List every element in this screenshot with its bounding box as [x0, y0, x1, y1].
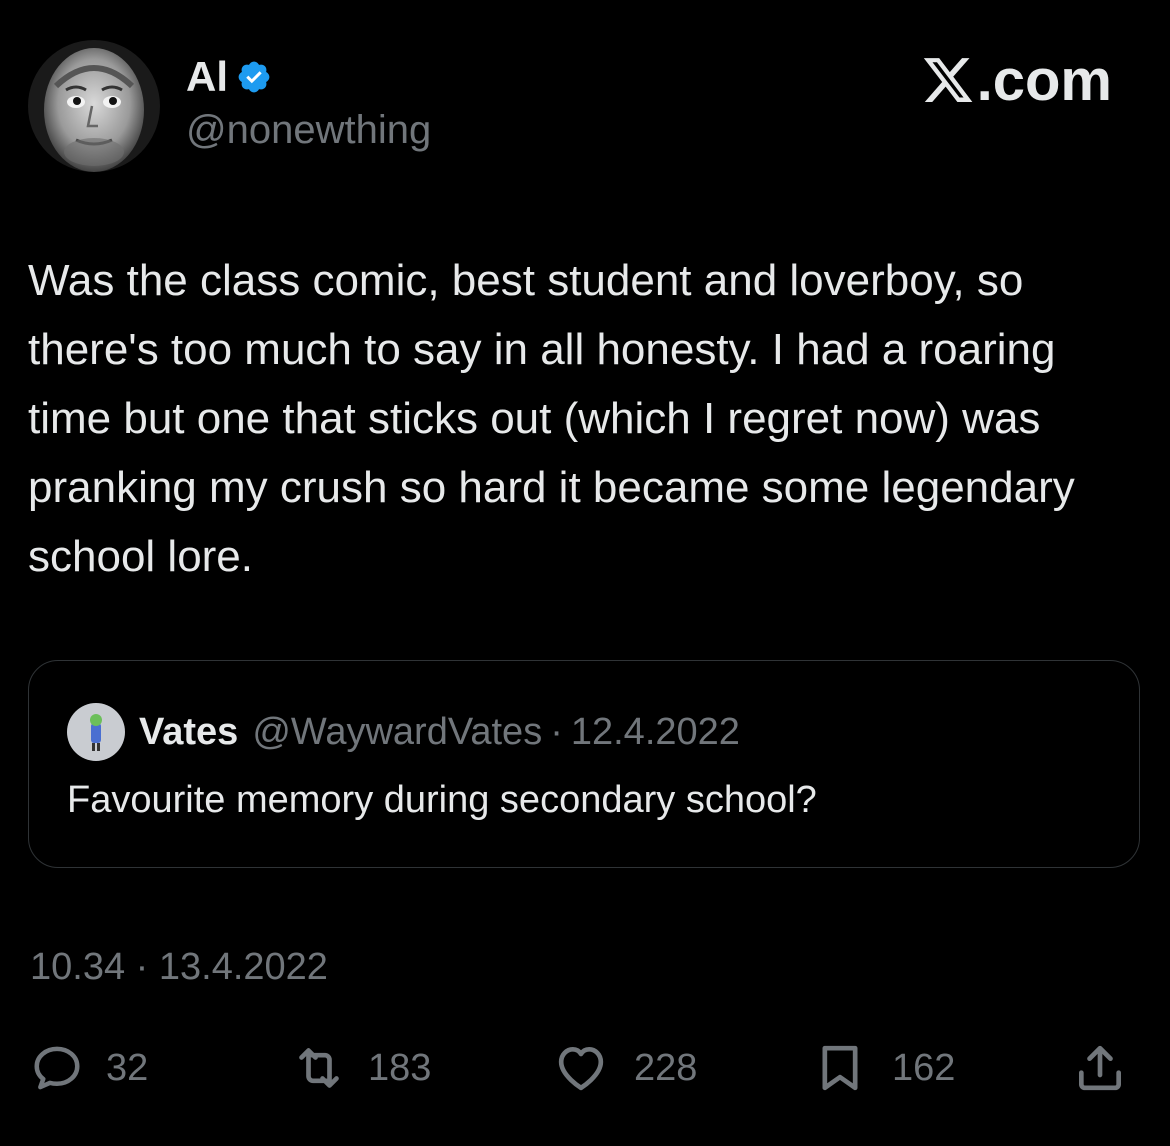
bookmark-icon: [822, 1045, 858, 1091]
bookmark-count: 162: [892, 1046, 956, 1089]
quoted-tweet-date: 12.4.2022: [570, 710, 740, 753]
reply-count: 32: [106, 1046, 149, 1089]
repost-icon: [299, 1048, 339, 1088]
author-display-name[interactable]: Al: [186, 52, 228, 102]
quoted-author-handle: @WaywardVates: [252, 710, 543, 753]
like-button[interactable]: 228: [550, 1040, 697, 1096]
reply-icon: [34, 1046, 80, 1090]
tweet-timestamp[interactable]: 10.34 · 13.4.2022: [30, 946, 328, 989]
share-icon: [1079, 1045, 1121, 1091]
quoted-tweet-header: Vates @WaywardVates · 12.4.2022: [67, 703, 740, 761]
action-bar: 32 183 228 162: [0, 1040, 1170, 1096]
quoted-author-avatar: [67, 703, 125, 761]
quoted-author-name: Vates: [139, 710, 239, 753]
brand-domain-label: .com: [976, 47, 1112, 113]
repost-count: 183: [368, 1046, 432, 1089]
share-button[interactable]: [1070, 1040, 1130, 1096]
heart-icon: [558, 1047, 604, 1091]
reply-button[interactable]: 32: [30, 1040, 148, 1096]
tweet-text: Was the class comic, best student and lo…: [28, 256, 1075, 581]
author-handle[interactable]: @nonewthing: [186, 104, 431, 156]
author-info: Al @nonewthing: [186, 52, 431, 156]
author-avatar[interactable]: [28, 40, 160, 172]
x-logo-icon: [923, 58, 972, 102]
quoted-tweet-card[interactable]: Vates @WaywardVates · 12.4.2022 Favourit…: [28, 660, 1140, 868]
quoted-tweet-text: Favourite memory during secondary school…: [67, 779, 817, 821]
brand-logo: .com: [921, 47, 1112, 113]
verified-badge-icon: [238, 61, 270, 93]
repost-button[interactable]: 183: [284, 1040, 431, 1096]
like-count: 228: [634, 1046, 698, 1089]
bookmark-button[interactable]: 162: [812, 1040, 955, 1096]
quoted-separator: ·: [550, 710, 563, 753]
author-name-row: Al: [186, 52, 431, 102]
